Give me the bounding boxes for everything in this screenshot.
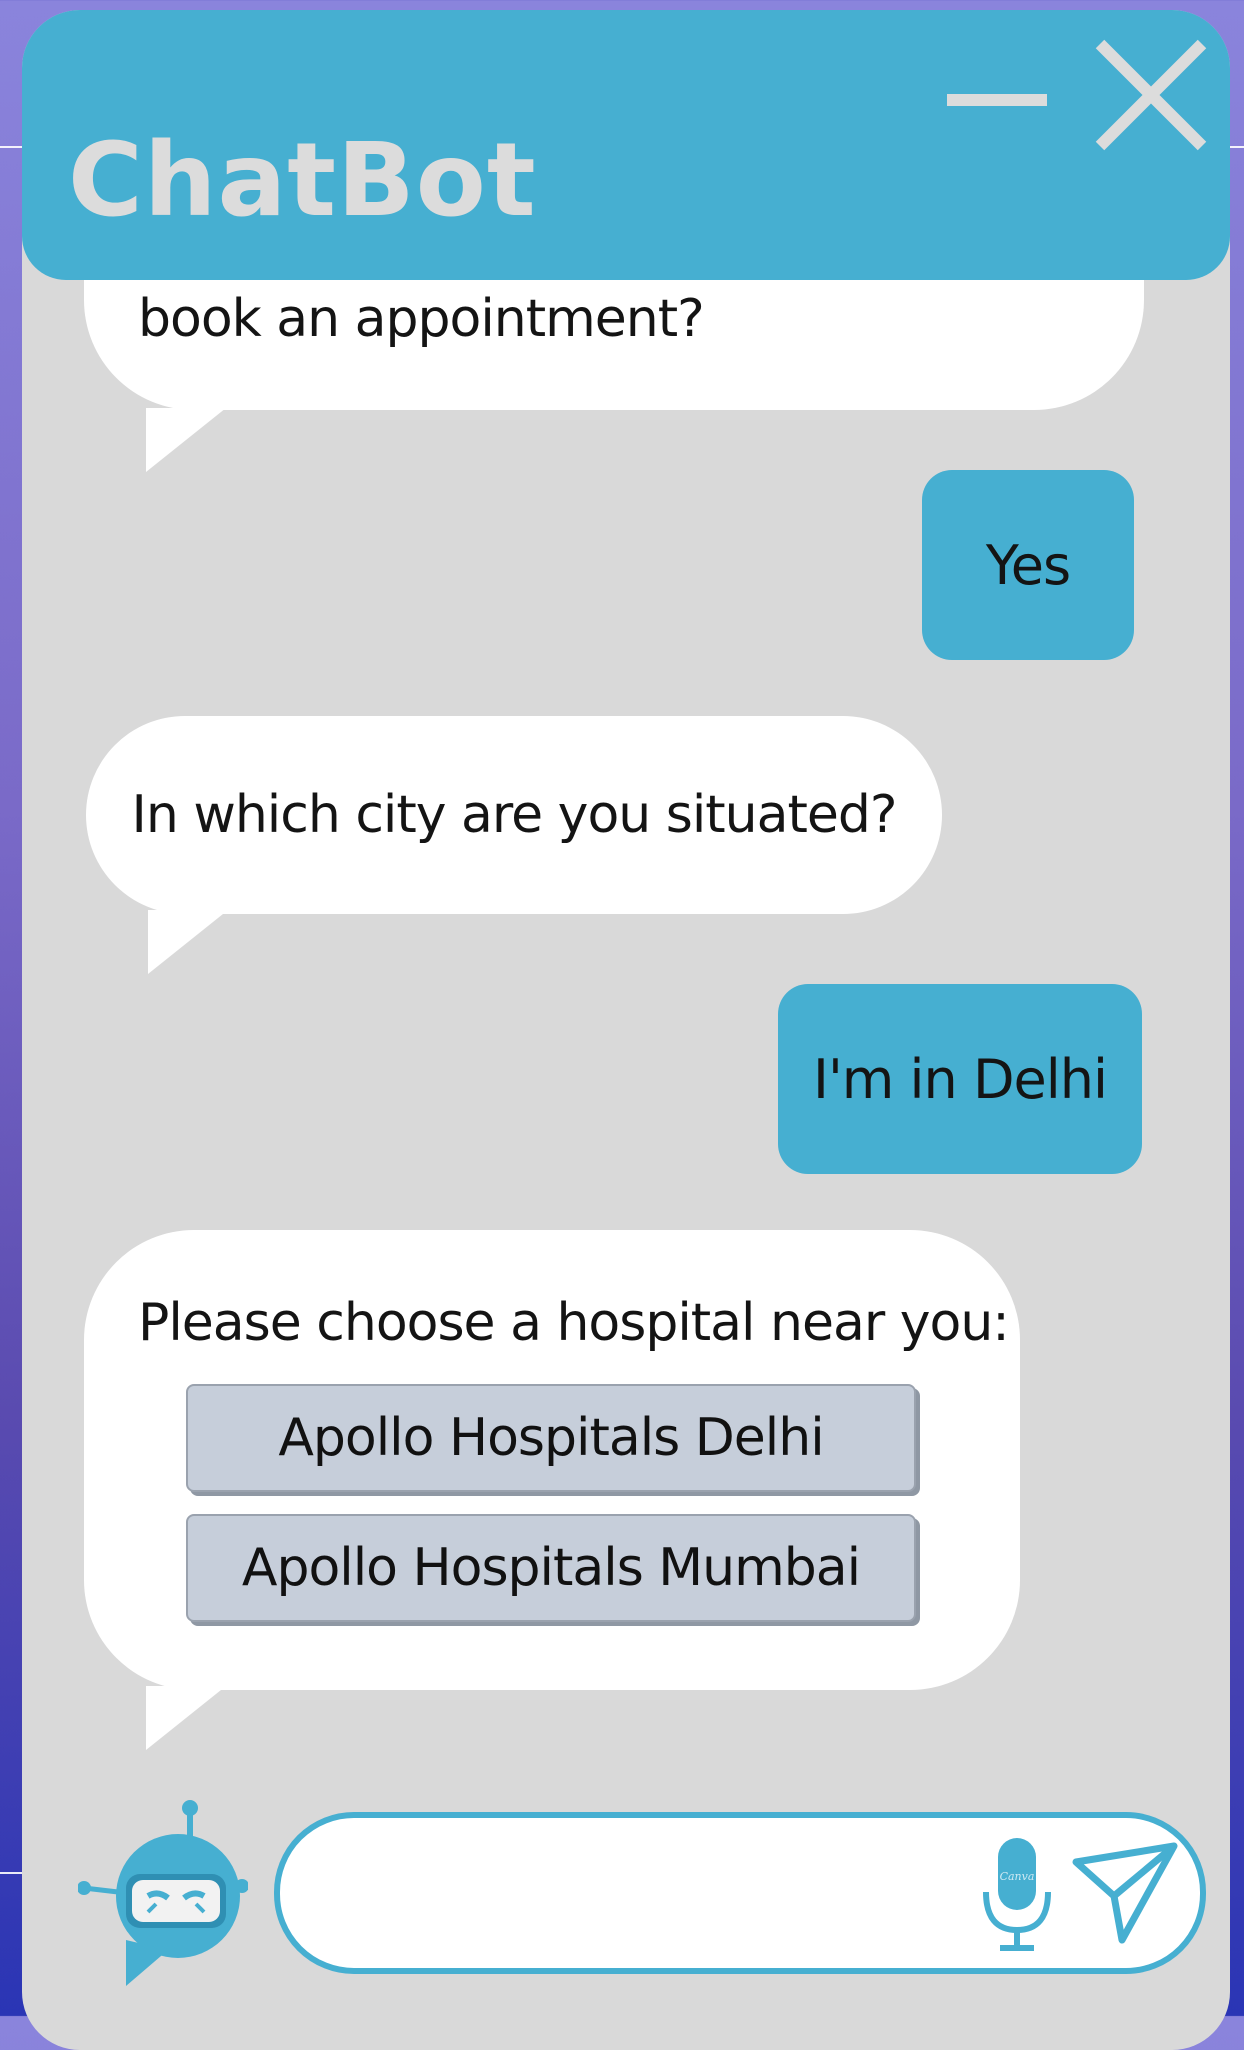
chat-title: ChatBot: [68, 121, 537, 240]
send-button[interactable]: [1070, 1832, 1182, 1952]
bot-message: In which city are you situated?: [86, 716, 942, 914]
user-message: Yes: [922, 470, 1134, 660]
message-input[interactable]: [320, 1838, 964, 1950]
bot-message-text: book an appointment?: [138, 289, 705, 349]
edge-line-bottom-left: [0, 1872, 22, 1874]
bot-message-text: In which city are you situated?: [131, 784, 898, 845]
mic-badge: Canva: [1000, 1870, 1035, 1883]
edge-line-top-left: [0, 146, 22, 148]
bot-message-tail: [148, 910, 228, 974]
minimize-button[interactable]: [942, 70, 1052, 130]
chat-header: ChatBot: [22, 10, 1230, 280]
hospital-option-button[interactable]: Apollo Hospitals Delhi: [186, 1384, 916, 1492]
microphone-button[interactable]: Canva: [980, 1834, 1054, 1954]
robot-icon: [77, 1800, 265, 2000]
minimize-icon: [947, 94, 1047, 106]
bot-message-tail: [146, 1686, 226, 1750]
user-message-text: I'm in Delhi: [813, 1047, 1108, 1111]
close-button[interactable]: [1086, 30, 1216, 160]
close-icon: [1095, 39, 1207, 151]
bot-message-tail: [146, 408, 226, 472]
hospital-option-label: Apollo Hospitals Mumbai: [241, 1538, 861, 1598]
edge-line-top-right: [1228, 146, 1244, 148]
user-message: I'm in Delhi: [778, 984, 1142, 1174]
hospital-option-button[interactable]: Apollo Hospitals Mumbai: [186, 1514, 916, 1622]
hospital-option-label: Apollo Hospitals Delhi: [278, 1408, 824, 1468]
message-input-bar: Canva: [274, 1812, 1206, 1974]
send-icon: [1072, 1842, 1178, 1944]
chat-window: book an appointment? Yes In which city a…: [22, 10, 1230, 2050]
bot-message-text: Please choose a hospital near you:: [138, 1293, 1010, 1353]
microphone-icon: Canva: [983, 1838, 1051, 1951]
user-message-text: Yes: [985, 533, 1071, 597]
